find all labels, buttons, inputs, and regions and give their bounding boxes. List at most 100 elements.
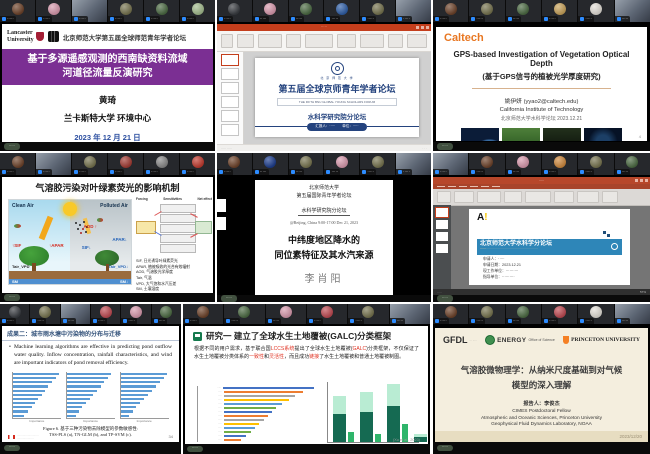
participant-tile[interactable]: ····· bbox=[433, 0, 468, 22]
ppt-titlebar[interactable]: ····· bbox=[433, 177, 650, 184]
participant-tile[interactable]: ····· bbox=[30, 304, 59, 324]
participant-video-active[interactable]: ····· bbox=[36, 153, 71, 175]
clean-air-label: Clean Air bbox=[12, 203, 34, 209]
participant-nameplate: ····· bbox=[36, 169, 52, 175]
participant-video-active[interactable]: ····· bbox=[615, 0, 650, 22]
participant-tile[interactable]: ····· bbox=[144, 153, 179, 175]
participant-tile[interactable]: ····· bbox=[289, 153, 324, 175]
participant-tile[interactable]: ····· bbox=[348, 304, 388, 324]
slide-thumb-2[interactable] bbox=[221, 68, 239, 80]
participant-tile[interactable]: ····· bbox=[253, 153, 288, 175]
participant-tile[interactable]: ····· bbox=[0, 153, 35, 175]
participant-tile[interactable]: ····· bbox=[578, 304, 613, 324]
participant-nameplate: ····· bbox=[61, 318, 77, 324]
statusbar-zoom[interactable]: · · · bbox=[422, 146, 427, 150]
ppt-statusbar[interactable]: ····· ····· · · · bbox=[217, 144, 431, 151]
participant-tile[interactable]: ····· bbox=[108, 0, 143, 22]
participant-tile[interactable]: ····· bbox=[266, 304, 306, 324]
window-controls[interactable] bbox=[635, 179, 648, 182]
ppt-titlebar[interactable]: ····· bbox=[217, 24, 431, 31]
slide-thumb-6[interactable] bbox=[221, 124, 239, 136]
slide-thumb-3[interactable] bbox=[436, 232, 448, 241]
participant-tile[interactable]: ····· bbox=[578, 0, 613, 22]
participant-tile[interactable]: ····· bbox=[506, 304, 541, 324]
slide-thumb-1[interactable] bbox=[436, 208, 448, 217]
participant-tile[interactable]: ····· bbox=[36, 0, 71, 22]
participant-tile[interactable]: ····· bbox=[360, 153, 395, 175]
participant-tile[interactable]: ····· bbox=[180, 0, 215, 22]
importance-bar bbox=[67, 402, 86, 404]
participant-tile[interactable]: ····· bbox=[542, 304, 577, 324]
participant-tile[interactable]: ····· bbox=[91, 304, 120, 324]
participant-tile[interactable]: ····· bbox=[433, 304, 468, 324]
importance-bar bbox=[121, 373, 167, 375]
participant-tile[interactable]: ····· bbox=[307, 304, 347, 324]
participant-tile[interactable]: ····· bbox=[615, 153, 650, 175]
participant-video-active[interactable]: ····· bbox=[396, 0, 431, 22]
participant-tile[interactable]: ····· bbox=[324, 153, 359, 175]
participant-nameplate: ····· bbox=[108, 16, 124, 22]
participant-tile[interactable]: ····· bbox=[542, 0, 577, 22]
ppt-thumbnail-panel[interactable] bbox=[217, 52, 244, 145]
participant-tile[interactable]: ····· bbox=[360, 0, 395, 22]
participant-tile[interactable]: ····· bbox=[253, 0, 288, 22]
lancaster-logo-text2: University bbox=[7, 37, 34, 43]
participant-tile[interactable]: ····· bbox=[152, 304, 181, 324]
participant-tile[interactable]: ····· bbox=[469, 304, 504, 324]
participant-tile[interactable]: ····· bbox=[324, 0, 359, 22]
participant-tile[interactable]: ····· bbox=[72, 153, 107, 175]
slide-thumb-3[interactable] bbox=[221, 82, 239, 94]
participant-tile[interactable]: ····· bbox=[183, 304, 223, 324]
participant-video-active[interactable]: ····· bbox=[433, 153, 468, 175]
sun-icon bbox=[63, 202, 77, 216]
share-watermark: ····· bbox=[4, 143, 20, 150]
participant-tile[interactable]: ····· bbox=[0, 304, 29, 324]
participant-tile[interactable]: ····· bbox=[469, 153, 504, 175]
sens-box-5 bbox=[160, 244, 196, 253]
participant-tile[interactable]: ····· bbox=[506, 153, 541, 175]
participant-tile[interactable]: ····· bbox=[180, 153, 215, 175]
slide-thumb-2[interactable] bbox=[436, 220, 448, 229]
participant-video-active[interactable]: ····· bbox=[396, 153, 431, 175]
participant-tile[interactable]: ····· bbox=[0, 0, 35, 22]
participant-video-active[interactable]: ····· bbox=[615, 304, 650, 324]
citation: (Xu et al., 2023) bbox=[393, 438, 420, 442]
slide-thumb-5[interactable] bbox=[221, 110, 239, 122]
participant-tile[interactable]: ····· bbox=[224, 304, 264, 324]
slide-thumb-4[interactable] bbox=[436, 244, 448, 253]
ppt-ribbon[interactable] bbox=[433, 189, 650, 206]
participant-avatar bbox=[12, 156, 24, 168]
slide-aalto: A! 北京师范大学水科学分论坛 ——······················… bbox=[469, 209, 630, 285]
highlighted-text: 灵活性 bbox=[269, 354, 284, 360]
slide-title-line1: 气溶胶微物理学：从纳米尺度基础到对气候 bbox=[435, 364, 648, 376]
participant-tile[interactable]: ····· bbox=[506, 0, 541, 22]
participant-avatar bbox=[228, 156, 240, 168]
xaxis-label: Importance bbox=[12, 419, 61, 423]
slide-thumb-4[interactable] bbox=[221, 96, 239, 108]
participant-tile[interactable]: ····· bbox=[469, 0, 504, 22]
importance-charts: Importance Importance Importance bbox=[2, 368, 179, 423]
participant-tile[interactable]: ····· bbox=[144, 0, 179, 22]
importance-bar bbox=[13, 377, 55, 379]
forest-image bbox=[502, 128, 540, 141]
participant-tile[interactable]: ····· bbox=[217, 153, 252, 175]
accuracy-bar bbox=[224, 427, 255, 429]
importance-bar bbox=[13, 381, 52, 383]
slide-thumb-1[interactable] bbox=[221, 54, 239, 66]
ppt-ribbon[interactable] bbox=[217, 31, 431, 52]
participant-tile[interactable]: ····· bbox=[108, 153, 143, 175]
participant-video-active[interactable]: ····· bbox=[72, 0, 107, 22]
participant-video-active[interactable]: ····· bbox=[61, 304, 90, 324]
statusbar-zoom[interactable]: 57% bbox=[640, 290, 646, 294]
window-controls[interactable] bbox=[416, 26, 429, 29]
participant-nameplate: ····· bbox=[266, 318, 282, 324]
venue-line: 北京师范大学水科学论坛 2023.12.21 bbox=[436, 115, 647, 122]
participant-tile[interactable]: ····· bbox=[289, 0, 324, 22]
participant-tile[interactable]: ····· bbox=[217, 0, 252, 22]
participant-tile[interactable]: ····· bbox=[542, 153, 577, 175]
ppt-thumbnail-panel[interactable] bbox=[433, 205, 451, 289]
participant-video-active[interactable]: ····· bbox=[390, 304, 430, 324]
participant-name: ····· bbox=[7, 319, 14, 323]
participant-tile[interactable]: ····· bbox=[578, 153, 613, 175]
participant-tile[interactable]: ····· bbox=[121, 304, 150, 324]
